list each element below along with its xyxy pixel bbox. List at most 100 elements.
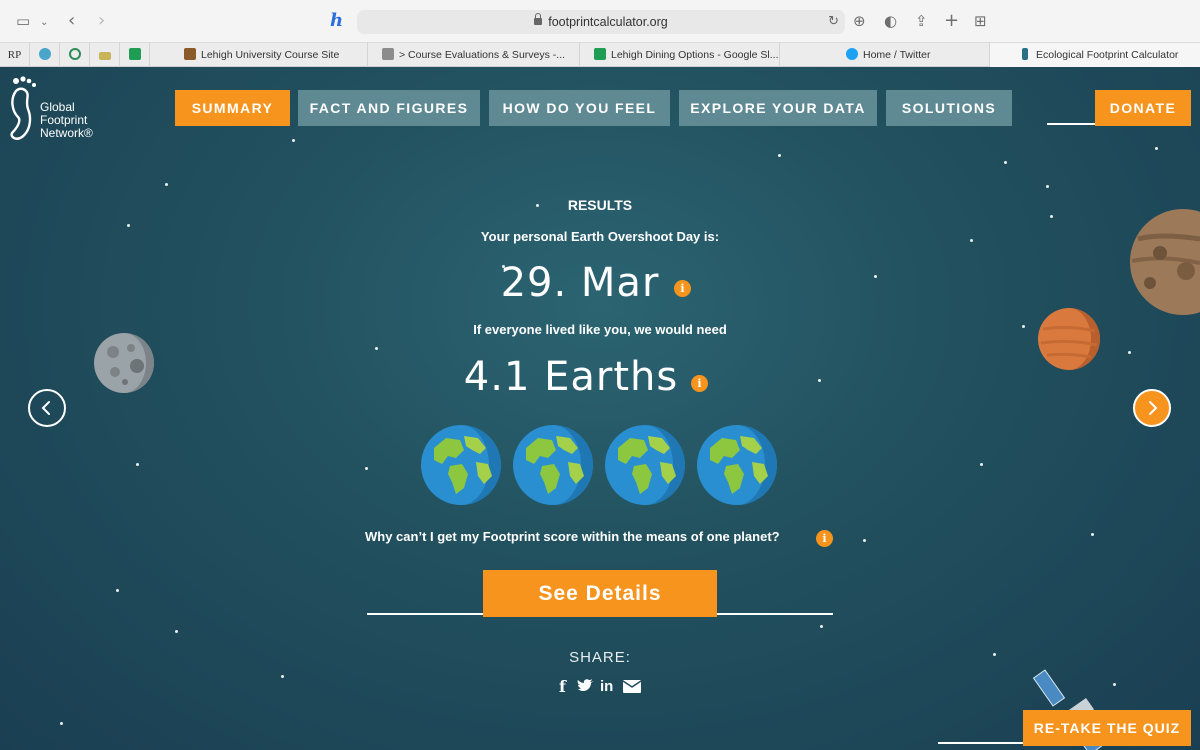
nav-solutions[interactable]: SOLUTIONS	[886, 90, 1012, 126]
moon-icon	[94, 333, 154, 393]
reload-icon[interactable]: ↻	[828, 10, 839, 34]
star	[281, 675, 284, 678]
brown-planet-icon	[1130, 209, 1200, 315]
star	[292, 139, 295, 142]
page-content: Global Footprint Network® SUMMARY FACT A…	[0, 67, 1200, 750]
overshoot-day-value: 29. Mar	[500, 260, 660, 306]
share-label: SHARE:	[569, 649, 631, 666]
logo-line: Network®	[40, 126, 93, 140]
star	[1050, 215, 1053, 218]
lock-icon	[534, 13, 543, 25]
star	[1004, 161, 1007, 164]
star	[375, 347, 378, 350]
one-planet-question[interactable]: Why can’t I get my Footprint score withi…	[365, 529, 780, 544]
mars-icon	[1038, 308, 1100, 370]
chevron-right-icon	[1149, 401, 1158, 415]
honey-extension-icon[interactable]: h	[330, 10, 343, 32]
earths-info-icon[interactable]: i	[691, 375, 708, 392]
star	[874, 275, 877, 278]
bookmark-circle[interactable]	[60, 43, 90, 67]
chevron-left-icon	[41, 401, 50, 415]
star	[136, 463, 139, 466]
shield-favicon-icon	[38, 48, 51, 60]
earths-needed-label: If everyone lived like you, we would nee…	[473, 322, 727, 337]
earth-icon	[421, 425, 501, 505]
sidebar-toggle-icon[interactable]: ▭	[16, 10, 30, 32]
star	[820, 625, 823, 628]
star	[116, 589, 119, 592]
email-icon[interactable]	[623, 680, 641, 693]
nav-how-do-you-feel[interactable]: HOW DO YOU FEEL	[489, 90, 670, 126]
star	[980, 463, 983, 466]
tab-footprint-calculator[interactable]: Ecological Footprint Calculator	[990, 43, 1200, 67]
one-planet-info-icon[interactable]: i	[816, 530, 833, 547]
tab-twitter[interactable]: Home / Twitter	[780, 43, 990, 67]
earth-icon	[513, 425, 593, 505]
next-slide-button[interactable]	[1133, 389, 1171, 427]
overshoot-day-label: Your personal Earth Overshoot Day is:	[480, 229, 720, 244]
nav-explore-your-data[interactable]: EXPLORE YOUR DATA	[679, 90, 877, 126]
sidebar-menu-chevron-icon[interactable]: ⌄	[40, 12, 48, 34]
retake-quiz-button[interactable]: RE-TAKE THE QUIZ	[1023, 710, 1191, 746]
tab-label: Home / Twitter	[863, 49, 931, 61]
logo-text: Global Footprint Network®	[40, 101, 120, 140]
star	[1155, 147, 1158, 150]
slides-favicon-icon	[594, 48, 606, 60]
bookmark-sheets[interactable]	[120, 43, 150, 67]
star	[1046, 185, 1049, 188]
download-icon[interactable]: ⊕	[853, 10, 866, 32]
star	[365, 467, 368, 470]
grid-favicon-icon	[98, 52, 111, 60]
previous-slide-button[interactable]	[28, 389, 66, 427]
details-left-line	[367, 613, 487, 615]
forward-icon[interactable]: ›	[98, 10, 105, 32]
star	[778, 154, 781, 157]
back-icon[interactable]: ‹	[68, 10, 75, 32]
lehigh-favicon-icon	[184, 48, 196, 60]
star	[1128, 351, 1131, 354]
bookmark-shield[interactable]	[30, 43, 60, 67]
tab-overview-icon[interactable]: ⊞	[974, 10, 987, 32]
bookmark-label: RP	[7, 49, 22, 61]
shield-icon[interactable]: ◐	[884, 10, 897, 32]
results-heading: RESULTS	[567, 197, 633, 213]
tab-label: Ecological Footprint Calculator	[1036, 49, 1179, 61]
twitter-favicon-icon	[846, 48, 858, 60]
star	[60, 722, 63, 725]
nav-fact-and-figures[interactable]: FACT AND FIGURES	[298, 90, 480, 126]
bookmark-grid[interactable]	[90, 43, 120, 67]
star	[1113, 683, 1116, 686]
donate-button[interactable]: DONATE	[1095, 90, 1191, 126]
details-right-line	[713, 613, 833, 615]
earths-needed-value: 4.1 Earths	[463, 354, 679, 400]
star	[165, 183, 168, 186]
browser-toolbar: ▭ ⌄ ‹ › h footprintcalculator.org ↻ ⊕ ◐ …	[0, 0, 1200, 43]
footprint-favicon-icon	[1022, 48, 1028, 60]
tab-label: Lehigh Dining Options - Google Sl...	[611, 49, 779, 61]
tab-label: Lehigh University Course Site	[201, 49, 340, 61]
star	[863, 539, 866, 542]
share-icon[interactable]: ⇪	[915, 10, 928, 32]
new-tab-icon[interactable]: +	[944, 10, 959, 32]
global-footprint-network-logo[interactable]: Global Footprint Network®	[8, 75, 93, 147]
facebook-icon[interactable]: f	[559, 677, 566, 697]
linkedin-icon[interactable]: in	[600, 677, 613, 697]
earth-icon	[605, 425, 685, 505]
star	[127, 224, 130, 227]
tab-label: > Course Evaluations & Surveys -...	[399, 49, 566, 61]
donate-underline	[1047, 123, 1097, 125]
bookmarks-bar: RP Lehigh University Course Site > Cours…	[0, 43, 1200, 67]
tab-lehigh-course-site[interactable]: Lehigh University Course Site	[150, 43, 368, 67]
tab-lehigh-dining[interactable]: Lehigh Dining Options - Google Sl...	[580, 43, 780, 67]
twitter-icon[interactable]	[577, 679, 593, 693]
footprint-logo-icon	[10, 76, 36, 140]
bookmark-rp[interactable]: RP	[0, 43, 30, 67]
nav-summary[interactable]: SUMMARY	[175, 90, 290, 126]
star	[175, 630, 178, 633]
overshoot-info-icon[interactable]: i	[674, 280, 691, 297]
address-bar[interactable]: footprintcalculator.org ↻	[357, 10, 845, 34]
url-text: footprintcalculator.org	[548, 15, 668, 29]
tab-course-evaluations[interactable]: > Course Evaluations & Surveys -...	[368, 43, 580, 67]
see-details-button[interactable]: See Details	[483, 570, 717, 617]
share-icons: f in	[557, 677, 647, 699]
